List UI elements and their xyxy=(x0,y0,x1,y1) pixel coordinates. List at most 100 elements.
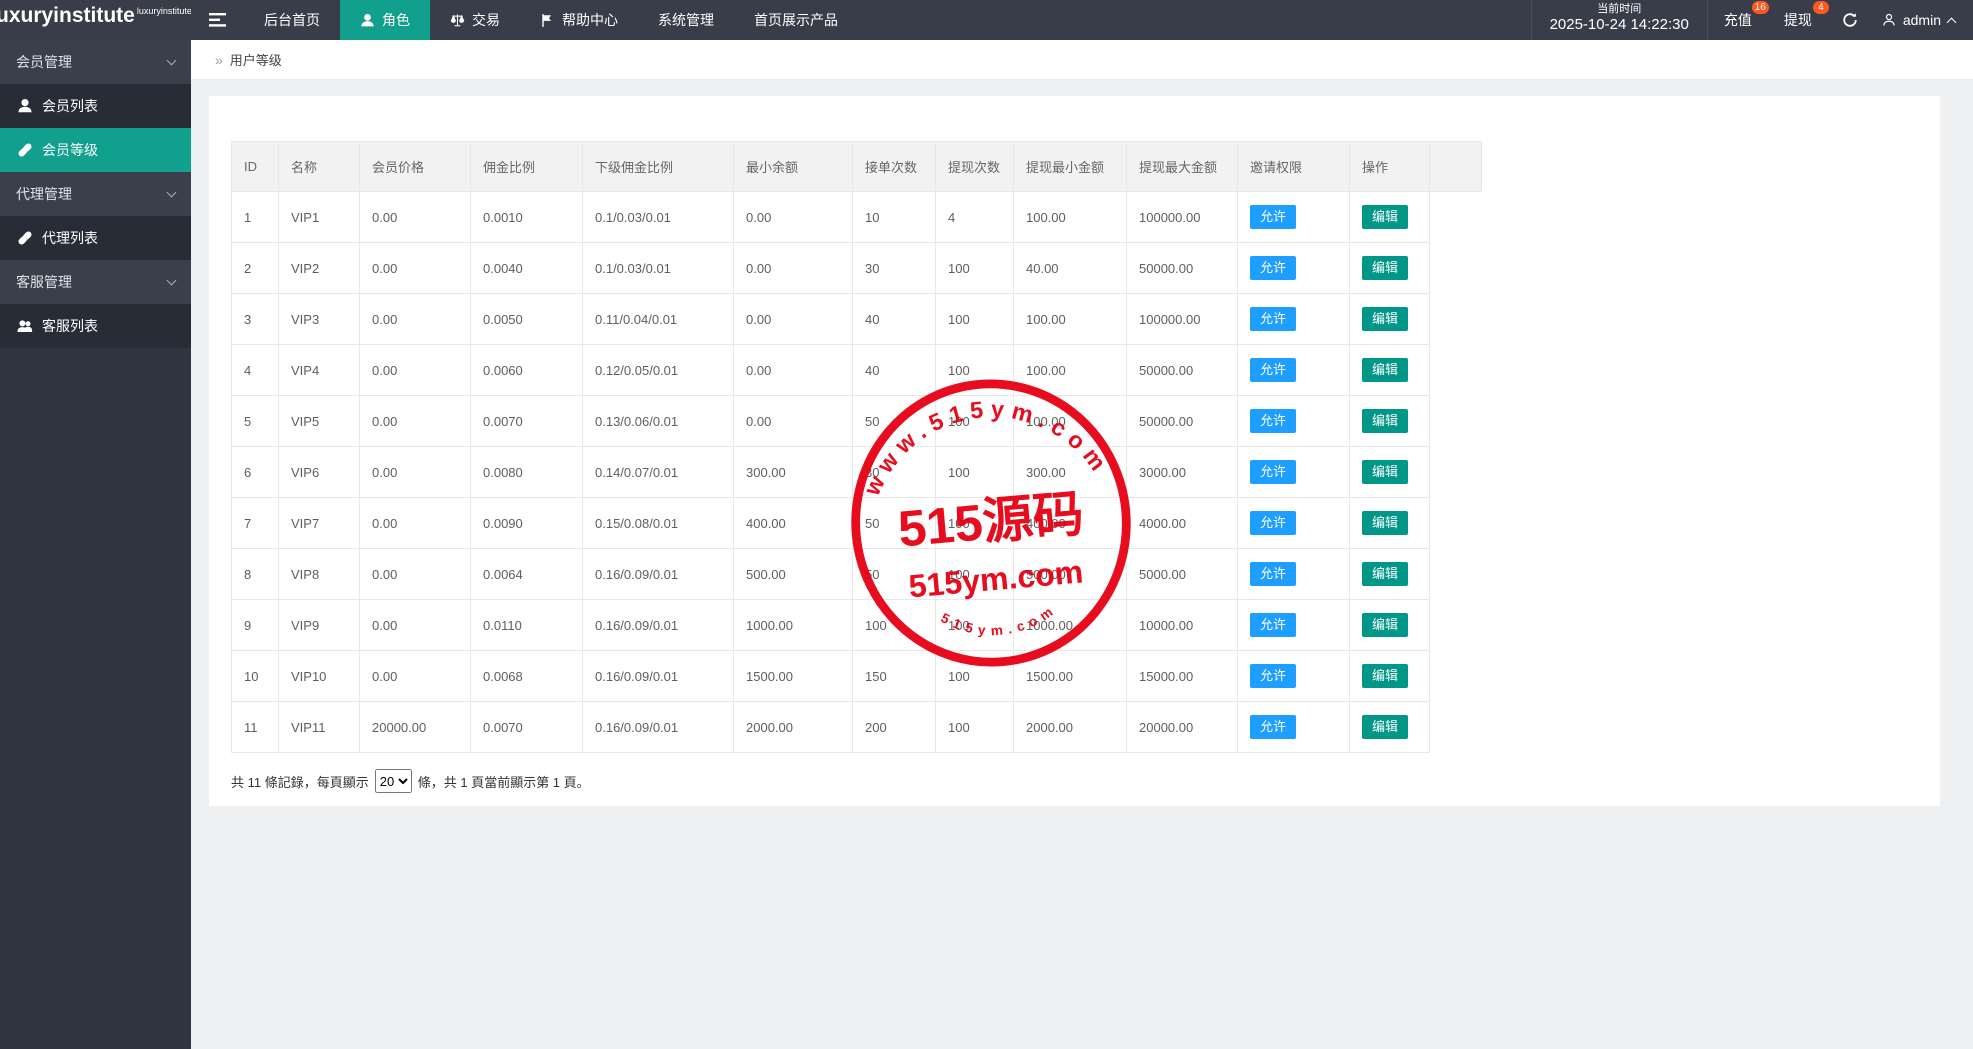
allow-button[interactable]: 允许 xyxy=(1250,715,1296,739)
content-panel: ID名称会员价格佣金比例下级佣金比例最小余额接单次数提现次数提现最小金额提现最大… xyxy=(209,96,1940,806)
allow-button[interactable]: 允许 xyxy=(1250,307,1296,331)
allow-button[interactable]: 允许 xyxy=(1250,511,1296,535)
sidebar-item-7[interactable]: 客服列表 xyxy=(0,304,191,348)
sidebar-item-5[interactable]: 代理列表 xyxy=(0,216,191,260)
sidebar-toggle-button[interactable] xyxy=(191,0,244,40)
current-time: 当前时间 2025-10-24 14:22:30 xyxy=(1531,0,1708,40)
cell-withdraw-max: 50000.00 xyxy=(1127,345,1238,396)
cell-id: 8 xyxy=(232,549,279,600)
edit-button[interactable]: 编辑 xyxy=(1362,664,1408,688)
cell-min-balance: 0.00 xyxy=(734,294,853,345)
allow-button[interactable]: 允许 xyxy=(1250,562,1296,586)
cell-min-balance: 0.00 xyxy=(734,345,853,396)
edit-button[interactable]: 编辑 xyxy=(1362,562,1408,586)
cell-sub-commission: 0.11/0.04/0.01 xyxy=(583,294,734,345)
cell-actions: 编辑 xyxy=(1350,498,1430,549)
sidebar-item-2[interactable]: 会员列表 xyxy=(0,84,191,128)
cell-name: VIP9 xyxy=(279,600,360,651)
cell-id: 3 xyxy=(232,294,279,345)
cell-min-balance: 0.00 xyxy=(734,243,853,294)
nav-item-5[interactable]: 系统管理 xyxy=(638,0,734,40)
edit-button[interactable]: 编辑 xyxy=(1362,256,1408,280)
cell-actions: 编辑 xyxy=(1350,651,1430,702)
nav-item-label: 首页展示产品 xyxy=(754,10,838,30)
cell-id: 9 xyxy=(232,600,279,651)
cell-invite-permission: 允许 xyxy=(1238,294,1350,345)
logo-text: uxuryinstitute xyxy=(0,4,135,28)
allow-button[interactable]: 允许 xyxy=(1250,664,1296,688)
cell-price: 0.00 xyxy=(360,243,471,294)
nav-item-label: 系统管理 xyxy=(658,10,714,30)
sidebar-group-6[interactable]: 客服管理 xyxy=(0,260,191,304)
allow-button[interactable]: 允许 xyxy=(1250,409,1296,433)
allow-button[interactable]: 允许 xyxy=(1250,460,1296,484)
time-value: 2025-10-24 14:22:30 xyxy=(1550,16,1689,34)
user-menu[interactable]: admin xyxy=(1872,0,1973,40)
cell-price: 0.00 xyxy=(360,345,471,396)
cell-invite-permission: 允许 xyxy=(1238,396,1350,447)
edit-button[interactable]: 编辑 xyxy=(1362,307,1408,331)
cell-withdraw-max: 15000.00 xyxy=(1127,651,1238,702)
cell-withdraw-times: 100 xyxy=(936,549,1014,600)
cell-sub-commission: 0.12/0.05/0.01 xyxy=(583,345,734,396)
allow-button[interactable]: 允许 xyxy=(1250,358,1296,382)
link-icon xyxy=(17,142,33,158)
cell-min-balance: 0.00 xyxy=(734,192,853,243)
edit-button[interactable]: 编辑 xyxy=(1362,358,1408,382)
cell-name: VIP5 xyxy=(279,396,360,447)
cell-sub-commission: 0.14/0.07/0.01 xyxy=(583,447,734,498)
edit-button[interactable]: 编辑 xyxy=(1362,511,1408,535)
cell-id: 7 xyxy=(232,498,279,549)
cell-price: 0.00 xyxy=(360,447,471,498)
recharge-label: 充值 xyxy=(1724,10,1752,30)
nav-item-4[interactable]: 帮助中心 xyxy=(520,0,638,40)
column-header: 下级佣金比例 xyxy=(583,142,734,192)
allow-button[interactable]: 允许 xyxy=(1250,613,1296,637)
cell-commission: 0.0050 xyxy=(471,294,583,345)
edit-button[interactable]: 编辑 xyxy=(1362,715,1408,739)
cell-name: VIP6 xyxy=(279,447,360,498)
cell-actions: 编辑 xyxy=(1350,702,1430,753)
cell-price: 0.00 xyxy=(360,498,471,549)
cell-id: 5 xyxy=(232,396,279,447)
column-header: 佣金比例 xyxy=(471,142,583,192)
recharge-button[interactable]: 充值 16 xyxy=(1708,0,1768,40)
cell-sub-commission: 0.13/0.06/0.01 xyxy=(583,396,734,447)
user-icon xyxy=(1882,13,1896,27)
allow-button[interactable]: 允许 xyxy=(1250,205,1296,229)
nav-item-3[interactable]: 交易 xyxy=(430,0,520,40)
cell-min-balance: 0.00 xyxy=(734,396,853,447)
edit-button[interactable]: 编辑 xyxy=(1362,409,1408,433)
cell-actions: 编辑 xyxy=(1350,192,1430,243)
topbar-right: 当前时间 2025-10-24 14:22:30 充值 16 提现 4 admi… xyxy=(1531,0,1973,40)
page-size-select[interactable]: 20 xyxy=(375,769,412,793)
edit-button[interactable]: 编辑 xyxy=(1362,613,1408,637)
table-header-row: ID名称会员价格佣金比例下级佣金比例最小余额接单次数提现次数提现最小金额提现最大… xyxy=(232,142,1482,192)
cell-name: VIP7 xyxy=(279,498,360,549)
allow-button[interactable]: 允许 xyxy=(1250,256,1296,280)
nav-item-1[interactable]: 后台首页 xyxy=(244,0,340,40)
table-row: 7VIP70.000.00900.15/0.08/0.01400.0050100… xyxy=(232,498,1482,549)
chevron-down-icon xyxy=(167,56,177,66)
edit-button[interactable]: 编辑 xyxy=(1362,205,1408,229)
cell-withdraw-min: 300.00 xyxy=(1014,447,1127,498)
cell-withdraw-max: 50000.00 xyxy=(1127,243,1238,294)
refresh-button[interactable] xyxy=(1828,0,1872,40)
nav-item-2[interactable]: 角色 xyxy=(340,0,430,40)
nav-item-6[interactable]: 首页展示产品 xyxy=(734,0,858,40)
sidebar-group-4[interactable]: 代理管理 xyxy=(0,172,191,216)
pagination: 共 11 條記錄，每頁顯示 20 條，共 1 頁當前顯示第 1 頁。 xyxy=(231,769,1940,793)
sidebar-item-label: 会员列表 xyxy=(42,96,98,116)
chevron-up-icon xyxy=(1947,17,1957,27)
breadcrumb-arrows-icon: » xyxy=(215,52,223,68)
cell-invite-permission: 允许 xyxy=(1238,447,1350,498)
sidebar-item-3[interactable]: 会员等级 xyxy=(0,128,191,172)
column-header: 提现次数 xyxy=(936,142,1014,192)
edit-button[interactable]: 编辑 xyxy=(1362,460,1408,484)
cell-price: 0.00 xyxy=(360,651,471,702)
withdraw-button[interactable]: 提现 4 xyxy=(1768,0,1828,40)
sidebar-group-1[interactable]: 会员管理 xyxy=(0,40,191,84)
cell-orders: 150 xyxy=(853,651,936,702)
cell-commission: 0.0060 xyxy=(471,345,583,396)
cell-orders: 50 xyxy=(853,396,936,447)
